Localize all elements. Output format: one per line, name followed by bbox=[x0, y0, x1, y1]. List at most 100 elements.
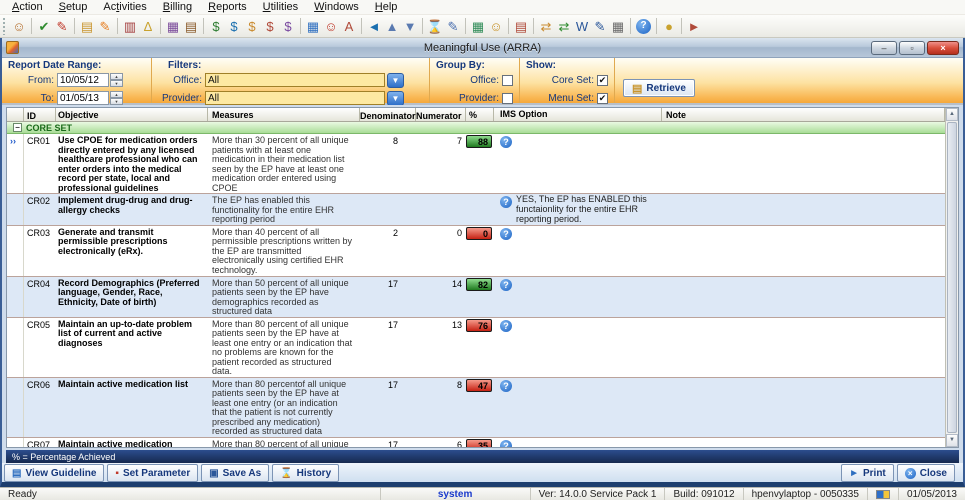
word-export-icon[interactable]: W bbox=[573, 17, 591, 35]
percent-column-header[interactable]: % bbox=[466, 108, 494, 121]
table-row[interactable]: CR02 Implement drug-drug and drug-allerg… bbox=[7, 194, 945, 226]
toolbar-grip[interactable] bbox=[2, 17, 7, 35]
data-exchange-icon[interactable]: ⇄ bbox=[555, 17, 573, 35]
help-icon[interactable]: ? bbox=[500, 320, 512, 332]
letter-editor-icon[interactable]: ✎ bbox=[591, 17, 609, 35]
statistics-chart-icon[interactable]: ▦ bbox=[469, 17, 487, 35]
group-provider-checkbox[interactable] bbox=[502, 93, 513, 104]
charge-icon[interactable]: $ bbox=[225, 17, 243, 35]
check-in-icon[interactable]: ▲ bbox=[383, 17, 401, 35]
menu-help[interactable]: Help bbox=[367, 1, 406, 13]
window-titlebar[interactable]: Meaningful Use (ARRA) – ▫ × bbox=[2, 38, 963, 58]
appointment-book-icon[interactable]: ▦ bbox=[304, 17, 322, 35]
table-row[interactable]: CR05 Maintain an up-to-date problem list… bbox=[7, 318, 945, 378]
history-button[interactable]: ⌛History bbox=[272, 464, 339, 482]
payment-icon[interactable]: $ bbox=[207, 17, 225, 35]
patient-flow-icon[interactable]: ☺ bbox=[322, 17, 340, 35]
retrieve-button[interactable]: ▤ Retrieve bbox=[623, 79, 695, 97]
amend-document-icon[interactable]: ✎ bbox=[444, 17, 462, 35]
core-set-group-row[interactable]: − CORE SET bbox=[7, 122, 945, 134]
menu-reports[interactable]: Reports bbox=[200, 1, 255, 13]
toolbar-separator bbox=[533, 18, 534, 34]
office-dropdown-icon[interactable]: ▼ bbox=[387, 73, 404, 88]
save-as-button[interactable]: ▣Save As bbox=[201, 464, 269, 482]
scroll-up-icon[interactable]: ▲ bbox=[946, 108, 958, 121]
menu-set-checkbox[interactable]: ✔ bbox=[597, 93, 608, 104]
superbill-ledger-icon[interactable]: ▤ bbox=[182, 17, 200, 35]
help-icon[interactable]: ? bbox=[500, 440, 512, 448]
spin-up-icon[interactable]: ▲ bbox=[110, 91, 123, 98]
note-column-header[interactable]: Note bbox=[662, 108, 945, 121]
claim-icon[interactable]: $ bbox=[261, 17, 279, 35]
diagnosis-book-icon[interactable]: ▥ bbox=[121, 17, 139, 35]
numerator-column-header[interactable]: Numerator bbox=[416, 108, 466, 121]
open-chart-icon[interactable]: ▤ bbox=[78, 17, 96, 35]
reports-book-icon[interactable]: ▤ bbox=[512, 17, 530, 35]
lab-flask-icon[interactable]: Δ bbox=[139, 17, 157, 35]
ims-option-column-header[interactable]: IMS Option bbox=[494, 108, 662, 121]
patient-edit-icon[interactable]: ✎ bbox=[53, 17, 71, 35]
spin-down-icon[interactable]: ▼ bbox=[110, 80, 123, 87]
payer-icon[interactable]: $ bbox=[243, 17, 261, 35]
remittance-icon[interactable]: $ bbox=[279, 17, 297, 35]
lock-icon[interactable]: ● bbox=[660, 17, 678, 35]
table-row[interactable]: CR04 Record Demographics (Preferred lang… bbox=[7, 277, 945, 318]
help-icon[interactable]: ? bbox=[500, 136, 512, 148]
referral-letter-icon[interactable]: A bbox=[340, 17, 358, 35]
scroll-down-icon[interactable]: ▼ bbox=[946, 434, 958, 447]
vertical-scrollbar[interactable]: ▲ ▼ bbox=[945, 108, 958, 447]
print-button[interactable]: ►Print bbox=[841, 464, 894, 482]
provider-dropdown-icon[interactable]: ▼ bbox=[387, 91, 404, 106]
table-row[interactable]: CR06 Maintain active medication list Mor… bbox=[7, 378, 945, 438]
menu-activities[interactable]: Activities bbox=[95, 1, 154, 13]
to-date-input[interactable] bbox=[57, 91, 109, 105]
back-arrow-icon[interactable]: ◄ bbox=[365, 17, 383, 35]
objective-column-header[interactable]: Objective bbox=[56, 108, 208, 121]
document-history-icon[interactable]: ⌛ bbox=[426, 17, 444, 35]
group-office-checkbox[interactable] bbox=[502, 75, 513, 86]
marker-column-header[interactable] bbox=[7, 108, 24, 121]
menu-utilities[interactable]: Utilities bbox=[255, 1, 306, 13]
export-data-icon[interactable]: ⇄ bbox=[537, 17, 555, 35]
patient-icon[interactable]: ☺ bbox=[10, 17, 28, 35]
to-date-spinner[interactable]: ▲▼ bbox=[110, 91, 123, 105]
help-icon[interactable]: ? bbox=[500, 228, 512, 240]
table-row[interactable]: ›› CR01 Use CPOE for medication orders d… bbox=[7, 134, 945, 194]
restore-button[interactable]: ▫ bbox=[899, 41, 925, 55]
view-guideline-button[interactable]: ▤View Guideline bbox=[4, 464, 104, 482]
scrollbar-thumb[interactable] bbox=[947, 122, 957, 433]
table-row[interactable]: CR03 Generate and transmit permissible p… bbox=[7, 226, 945, 277]
id-column-header[interactable]: ID bbox=[24, 108, 56, 121]
menu-windows[interactable]: Windows bbox=[306, 1, 367, 13]
measures-column-header[interactable]: Measures bbox=[208, 108, 360, 121]
from-date-input[interactable] bbox=[57, 73, 109, 87]
patient-folder-icon[interactable]: ☺ bbox=[487, 17, 505, 35]
menu-action[interactable]: Action bbox=[4, 1, 51, 13]
menu-billing[interactable]: Billing bbox=[155, 1, 200, 13]
core-set-checkbox[interactable]: ✔ bbox=[597, 75, 608, 86]
from-date-spinner[interactable]: ▲▼ bbox=[110, 73, 123, 87]
help-icon[interactable]: ? bbox=[636, 19, 651, 34]
help-icon[interactable]: ? bbox=[500, 380, 512, 392]
spin-down-icon[interactable]: ▼ bbox=[110, 98, 123, 105]
minimize-button[interactable]: – bbox=[871, 41, 897, 55]
denominator-column-header[interactable]: Denominator bbox=[360, 108, 416, 121]
collapse-icon[interactable]: − bbox=[13, 123, 22, 132]
patient-check-icon[interactable]: ✔ bbox=[35, 17, 53, 35]
office-filter-input[interactable] bbox=[205, 73, 385, 87]
help-icon[interactable]: ? bbox=[500, 279, 512, 291]
menu-setup[interactable]: Setup bbox=[51, 1, 96, 13]
progress-note-icon[interactable]: ✎ bbox=[96, 17, 114, 35]
table-row[interactable]: CR07 Maintain active medication allergy … bbox=[7, 438, 945, 448]
close-window-button[interactable]: × bbox=[927, 41, 959, 55]
provider-filter-input[interactable] bbox=[205, 91, 385, 105]
exit-icon[interactable]: ► bbox=[685, 17, 703, 35]
help-icon[interactable]: ? bbox=[500, 196, 512, 208]
check-out-icon[interactable]: ▼ bbox=[401, 17, 419, 35]
close-button[interactable]: ×Close bbox=[897, 464, 955, 482]
sql-query-icon[interactable]: ▦ bbox=[609, 17, 627, 35]
immunization-card-icon[interactable]: ▦ bbox=[164, 17, 182, 35]
spin-up-icon[interactable]: ▲ bbox=[110, 73, 123, 80]
row-id: CR07 bbox=[24, 438, 56, 448]
set-parameter-button[interactable]: ▪Set Parameter bbox=[107, 464, 198, 482]
